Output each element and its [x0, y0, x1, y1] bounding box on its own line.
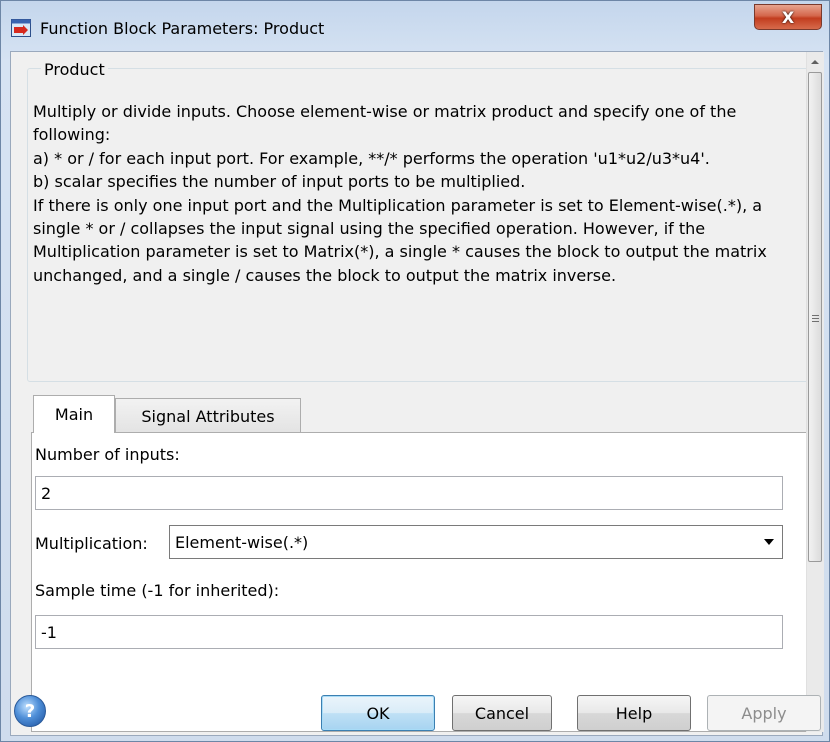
sample-time-label: Sample time (-1 for inherited):	[35, 581, 280, 600]
vertical-scrollbar[interactable]	[806, 52, 824, 732]
help-button[interactable]: Help	[577, 695, 691, 731]
scroll-up-arrow-icon[interactable]	[811, 60, 819, 64]
number-of-inputs-field[interactable]: 2	[35, 476, 783, 510]
multiplication-selected-value: Element-wise(.*)	[175, 532, 309, 552]
dialog-window: Function Block Parameters: Product X Pro…	[0, 0, 830, 742]
help-question-icon[interactable]: ?	[14, 695, 46, 727]
tab-signal-attributes-label: Signal Attributes	[141, 406, 275, 426]
group-title: Product	[41, 60, 108, 79]
sample-time-field[interactable]: -1	[35, 615, 783, 649]
scrollbar-thumb[interactable]	[808, 72, 822, 562]
block-description: Multiply or divide inputs. Choose elemen…	[33, 102, 767, 285]
window-title: Function Block Parameters: Product	[40, 19, 325, 38]
apply-button[interactable]: Apply	[707, 695, 821, 731]
tab-main-label: Main	[54, 405, 94, 424]
close-icon: X	[781, 7, 795, 27]
close-button[interactable]: X	[754, 4, 822, 30]
tab-main[interactable]: Main	[33, 395, 115, 433]
multiplication-label: Multiplication:	[35, 534, 148, 553]
title-bar[interactable]: Function Block Parameters: Product X	[1, 1, 830, 51]
number-of-inputs-label: Number of inputs:	[35, 445, 180, 464]
multiplication-dropdown[interactable]: Element-wise(.*)	[169, 525, 783, 559]
dialog-client-area: Product Multiply or divide inputs. Choos…	[10, 51, 824, 736]
cancel-button[interactable]: Cancel	[452, 695, 552, 731]
chevron-down-icon	[764, 539, 774, 545]
ok-button[interactable]: OK	[321, 695, 435, 731]
simulink-block-icon	[11, 19, 31, 37]
scrollbar-grip-icon	[812, 315, 819, 316]
tab-signal-attributes[interactable]: Signal Attributes	[115, 398, 301, 433]
